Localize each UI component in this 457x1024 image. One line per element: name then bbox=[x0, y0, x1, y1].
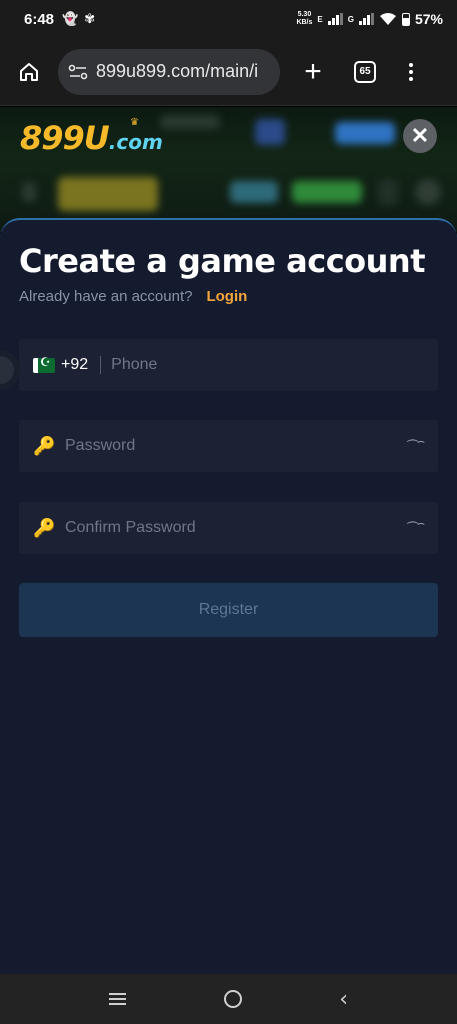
page-title: Create a game account bbox=[19, 242, 426, 280]
crown-icon: ♛ bbox=[130, 117, 139, 128]
site-settings-icon[interactable] bbox=[68, 64, 88, 80]
battery-percent: 57% bbox=[414, 11, 443, 27]
country-code[interactable]: +92 bbox=[61, 356, 88, 374]
site-logo[interactable]: 899U .com ♛ bbox=[20, 117, 163, 157]
signal-icon bbox=[327, 13, 343, 25]
network-type-g: G bbox=[347, 14, 354, 24]
key-icon: 🔑 bbox=[33, 517, 56, 538]
wifi-icon bbox=[379, 13, 396, 25]
network-speed: 5.30 KB/s bbox=[296, 11, 313, 26]
phone-input[interactable]: Phone bbox=[111, 356, 157, 374]
eye-closed-icon[interactable]: ⏜⁀ bbox=[407, 439, 425, 454]
close-icon: ✕ bbox=[410, 123, 430, 148]
new-tab-button[interactable]: + bbox=[298, 54, 328, 88]
status-time: 6:48 bbox=[24, 10, 55, 28]
blurred-element bbox=[415, 179, 441, 205]
confirm-password-input[interactable]: Confirm Password bbox=[65, 519, 196, 537]
status-notification-icons: 👻 ✾ bbox=[62, 11, 95, 27]
status-system-icons: 5.30 KB/s E G 57% bbox=[296, 11, 443, 27]
blurred-element bbox=[230, 181, 278, 203]
url-text: 899u899.com/main/i bbox=[96, 61, 259, 81]
register-sheet: Create a game account Already have an ac… bbox=[0, 218, 457, 974]
browser-menu-button[interactable] bbox=[406, 62, 416, 81]
home-button[interactable] bbox=[12, 55, 46, 89]
address-bar[interactable]: 899u899.com/main/i bbox=[58, 48, 280, 95]
login-prompt: Already have an account? Login bbox=[19, 288, 247, 305]
key-icon: 🔑 bbox=[33, 435, 56, 456]
blurred-element bbox=[22, 182, 36, 202]
register-button[interactable]: Register bbox=[19, 583, 438, 637]
system-nav-bar: ‹ bbox=[0, 974, 457, 1024]
logo-main-text: 899U bbox=[20, 119, 110, 157]
browser-toolbar: 899u899.com/main/i + 65 bbox=[0, 38, 457, 106]
signal-icon-2 bbox=[358, 13, 374, 25]
close-button[interactable]: ✕ bbox=[403, 119, 437, 153]
home-icon bbox=[20, 62, 38, 81]
battery-icon bbox=[401, 12, 410, 26]
site-header: 899U .com ♛ ✕ bbox=[0, 107, 457, 232]
blurred-element bbox=[160, 115, 220, 129]
password-input[interactable]: Password bbox=[65, 437, 135, 455]
logo-suffix-text: .com bbox=[108, 130, 163, 154]
field-divider bbox=[100, 356, 102, 374]
tab-switcher-button[interactable]: 65 bbox=[354, 60, 376, 83]
blurred-element bbox=[255, 119, 285, 145]
home-nav-button[interactable] bbox=[223, 990, 242, 1008]
eye-closed-icon[interactable]: ⏜⁀ bbox=[407, 521, 425, 536]
recent-apps-button[interactable] bbox=[108, 993, 126, 1005]
network-type-e: E bbox=[317, 14, 323, 24]
back-button[interactable]: ‹ bbox=[339, 987, 348, 1012]
blurred-element bbox=[292, 181, 362, 203]
blurred-element bbox=[378, 179, 398, 205]
login-link[interactable]: Login bbox=[206, 288, 247, 305]
password-field[interactable]: 🔑 Password ⏜⁀ bbox=[19, 420, 438, 472]
status-bar: 6:48 👻 ✾ 5.30 KB/s E G 57% bbox=[0, 0, 457, 38]
plus-icon: + bbox=[304, 54, 322, 88]
pakistan-flag-icon[interactable] bbox=[33, 355, 55, 373]
snapchat-icon: 👻 bbox=[62, 11, 79, 26]
login-prompt-text: Already have an account? bbox=[19, 288, 193, 305]
phone-field[interactable]: +92 Phone bbox=[19, 339, 438, 391]
blurred-element bbox=[58, 177, 158, 211]
pinwheel-icon: ✾ bbox=[84, 11, 96, 26]
confirm-password-field[interactable]: 🔑 Confirm Password ⏜⁀ bbox=[19, 502, 438, 554]
blurred-element bbox=[335, 122, 395, 144]
